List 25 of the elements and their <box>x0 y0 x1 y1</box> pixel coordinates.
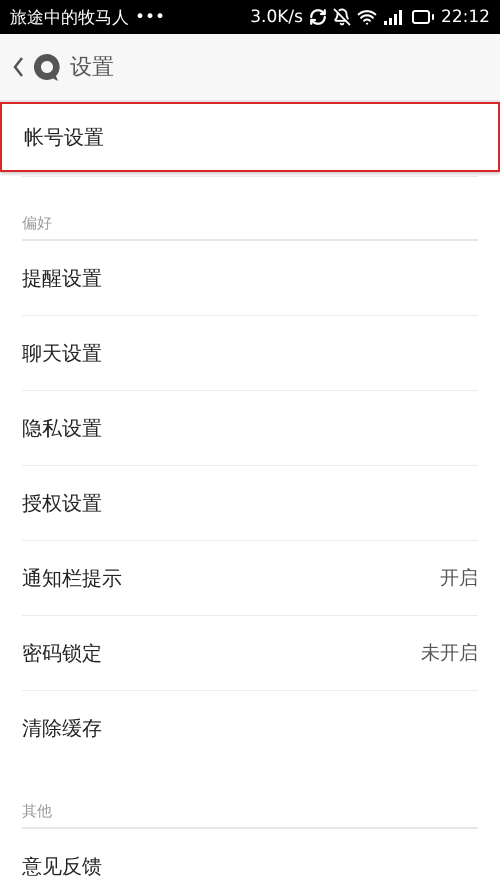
row-label: 聊天设置 <box>22 340 102 366</box>
section-label: 偏好 <box>22 214 52 232</box>
page-title: 设置 <box>70 54 114 82</box>
row-label: 帐号设置 <box>24 124 104 150</box>
row-label: 授权设置 <box>22 490 102 516</box>
row-label: 隐私设置 <box>22 414 102 442</box>
clock: 22:12 <box>441 7 490 27</box>
network-speed: 3.0K/s <box>250 7 303 27</box>
sync-icon <box>309 8 327 26</box>
wifi-icon <box>357 7 377 27</box>
back-icon[interactable] <box>12 56 24 78</box>
row-label: 通知栏提示 <box>22 564 122 592</box>
row-label: 清除缓存 <box>22 714 102 742</box>
row-label: 密码锁定 <box>22 640 102 666</box>
row-value: 未开启 <box>421 641 478 666</box>
signal-icon <box>383 9 405 25</box>
row-label: 提醒设置 <box>22 264 102 292</box>
notification-text: 旅途中的牧马人 <box>10 6 129 28</box>
bell-off-icon <box>333 8 351 26</box>
highlighted-settings-row[interactable]: 帐号设置 <box>0 102 500 172</box>
section-label: 其他 <box>22 802 52 820</box>
row-value: 开启 <box>440 566 478 591</box>
row-label: 意见反馈 <box>22 852 102 880</box>
logo-icon <box>32 52 62 82</box>
more-dots: ••• <box>135 7 166 27</box>
